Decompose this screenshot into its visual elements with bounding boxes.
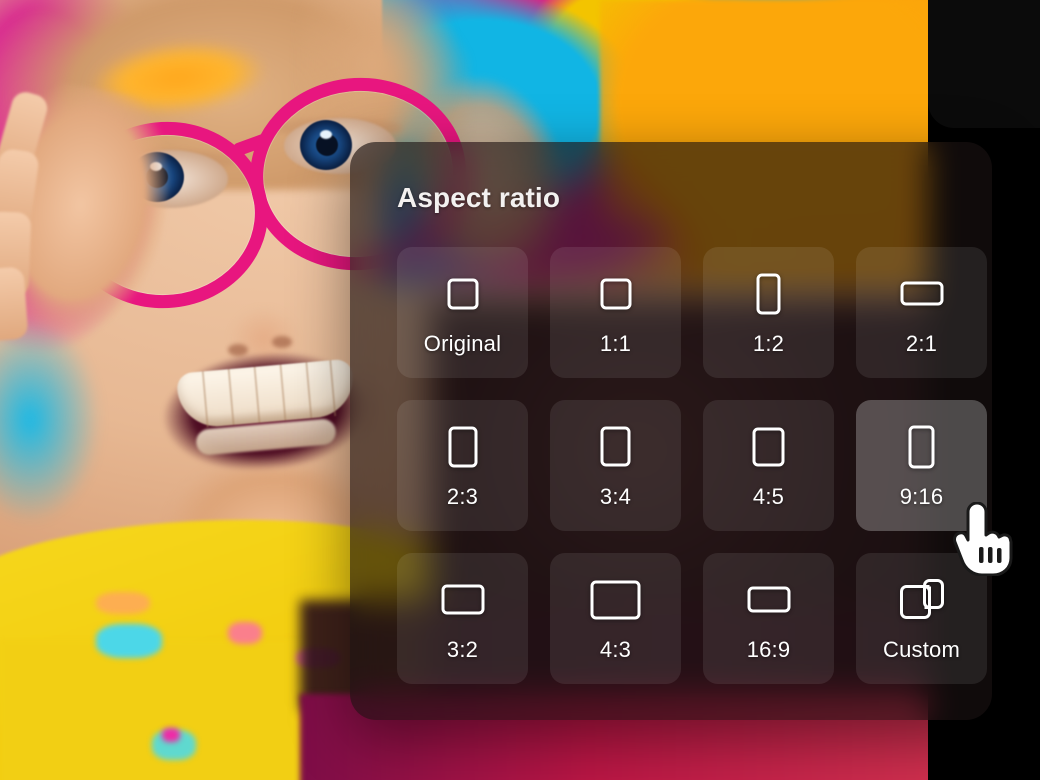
- aspect-ratio-tile-label: Original: [423, 330, 502, 356]
- aspect-ratio-tile-label: 9:16: [899, 483, 944, 509]
- aspect-ratio-tile-label: 1:2: [752, 330, 785, 356]
- square-icon: [590, 271, 642, 317]
- photo-nostril-right: [272, 336, 292, 348]
- aspect-ratio-tile-label: 4:5: [752, 483, 785, 509]
- landscape-2-1-icon: [896, 271, 948, 317]
- portrait-2-3-icon: [437, 424, 489, 470]
- photo-paint-splat-pink-1: [228, 622, 262, 644]
- portrait-9-16-icon: [896, 424, 948, 470]
- aspect-ratio-tile-16-9[interactable]: 16:9: [703, 553, 834, 684]
- portrait-1-2-icon: [743, 271, 795, 317]
- aspect-ratio-tile-3-4[interactable]: 3:4: [550, 400, 681, 531]
- aspect-ratio-tile-label: 2:1: [905, 330, 938, 356]
- custom-overlap-icon: [896, 577, 948, 623]
- screen: Aspect ratio Original 1:1 1:2 2:1 2:3 3:4 4:5 9…: [0, 0, 1040, 780]
- aspect-ratio-tile-label: 3:4: [599, 483, 632, 509]
- photo-finger-4: [0, 266, 29, 342]
- aspect-ratio-tile-label: 3:2: [446, 636, 479, 662]
- landscape-16-9-icon: [743, 577, 795, 623]
- aspect-ratio-tile-9-16[interactable]: 9:16: [856, 400, 987, 531]
- aspect-ratio-tile-label: 4:3: [599, 636, 632, 662]
- aspect-ratio-tile-original[interactable]: Original: [397, 247, 528, 378]
- canvas-corner-mask: [928, 0, 1040, 128]
- photo-paint-splat-orange: [96, 592, 150, 614]
- portrait-3-4-icon: [590, 424, 642, 470]
- aspect-ratio-tile-2-3[interactable]: 2:3: [397, 400, 528, 531]
- landscape-4-3-icon: [590, 577, 642, 623]
- square-icon: [437, 271, 489, 317]
- portrait-4-5-icon: [743, 424, 795, 470]
- photo-paint-splat-cyan-1: [96, 624, 162, 658]
- aspect-ratio-tile-custom[interactable]: Custom: [856, 553, 987, 684]
- aspect-ratio-tile-label: 2:3: [446, 483, 479, 509]
- aspect-ratio-tile-4-5[interactable]: 4:5: [703, 400, 834, 531]
- aspect-ratio-tile-label: 1:1: [599, 330, 632, 356]
- landscape-3-2-icon: [437, 577, 489, 623]
- aspect-ratio-tile-label: Custom: [883, 636, 960, 662]
- aspect-ratio-tile-1-1[interactable]: 1:1: [550, 247, 681, 378]
- panel-title: Aspect ratio: [397, 182, 561, 213]
- aspect-ratio-tile-1-2[interactable]: 1:2: [703, 247, 834, 378]
- aspect-ratio-panel: Aspect ratio Original 1:1 1:2 2:1 2:3 3:4 4:5 9…: [350, 142, 992, 720]
- aspect-ratio-tile-3-2[interactable]: 3:2: [397, 553, 528, 684]
- photo-paint-splat-magenta: [162, 728, 180, 742]
- aspect-ratio-tile-4-3[interactable]: 4:3: [550, 553, 681, 684]
- aspect-ratio-tile-label: 16:9: [746, 636, 791, 662]
- aspect-ratio-grid: Original 1:1 1:2 2:1 2:3 3:4 4:5 9:16 3:2 4:3 16:9…: [397, 247, 987, 684]
- aspect-ratio-tile-2-1[interactable]: 2:1: [856, 247, 987, 378]
- photo-nostril-left: [228, 344, 248, 356]
